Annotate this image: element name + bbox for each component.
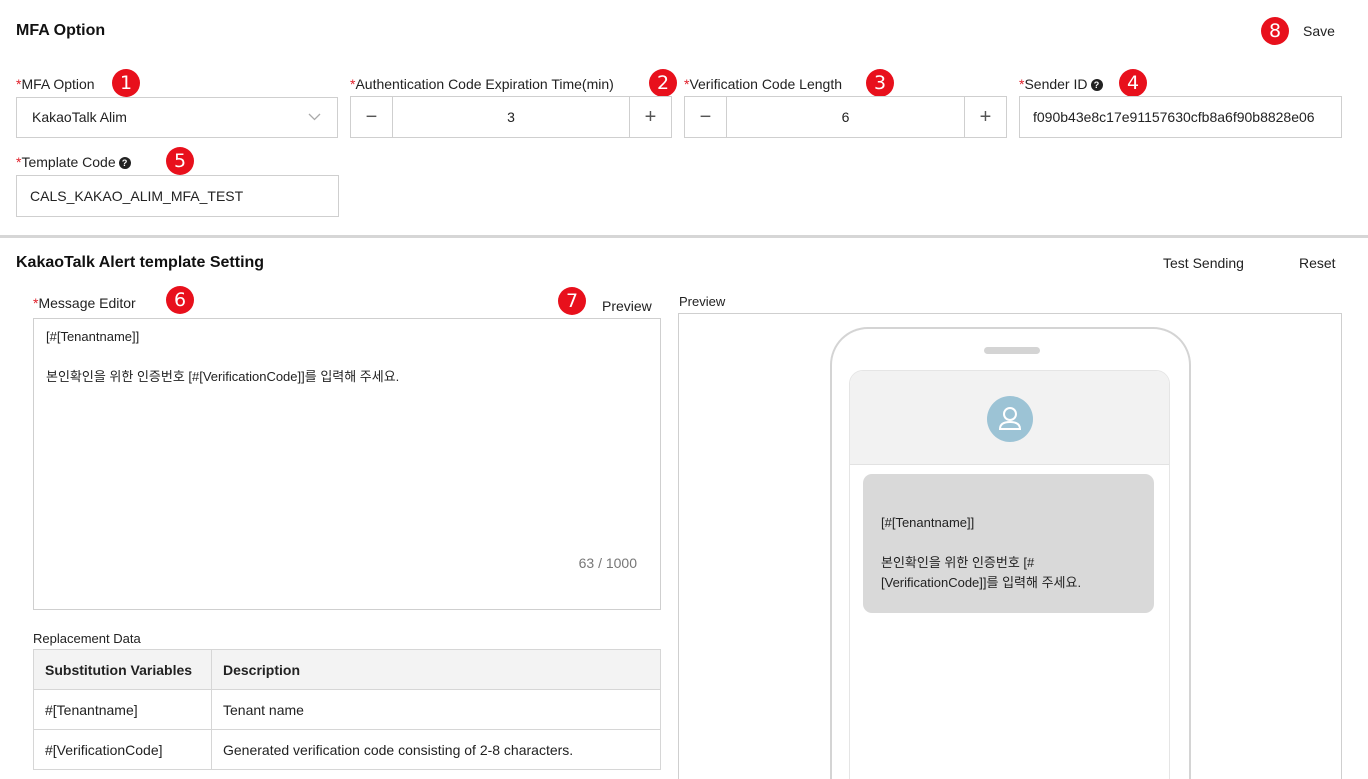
marker-4: 4 xyxy=(1119,69,1147,97)
code-length-decrement-button[interactable]: − xyxy=(685,97,727,137)
template-code-input[interactable]: CALS_KAKAO_ALIM_MFA_TEST xyxy=(16,175,339,217)
reset-button[interactable]: Reset xyxy=(1299,255,1336,271)
expiration-increment-button[interactable]: + xyxy=(629,97,671,137)
replacement-table: Substitution Variables Description #[Ten… xyxy=(33,649,661,770)
template-code-label: *Template Code? xyxy=(16,154,131,170)
sender-id-label: *Sender ID? xyxy=(1019,76,1103,92)
chat-header xyxy=(850,371,1169,465)
description-cell: Generated verification code consisting o… xyxy=(211,729,661,770)
replacement-data-title: Replacement Data xyxy=(33,631,141,646)
message-editor-label: *Message Editor xyxy=(33,295,136,311)
preview-button[interactable]: Preview xyxy=(602,298,652,314)
mfa-option-value: KakaoTalk Alim xyxy=(32,109,127,125)
mfa-option-select[interactable]: KakaoTalk Alim xyxy=(16,97,338,138)
chat-area: [#[Tenantname]] 본인확인을 위한 인증번호 [# [Verifi… xyxy=(849,370,1170,779)
marker-5: 5 xyxy=(166,147,194,175)
variable-cell: #[Tenantname] xyxy=(33,689,212,730)
variable-cell: #[VerificationCode] xyxy=(33,729,212,770)
mfa-option-label: *MFA Option xyxy=(16,76,95,92)
marker-2: 2 xyxy=(649,69,677,97)
column-header: Substitution Variables xyxy=(33,649,212,690)
expiration-label: *Authentication Code Expiration Time(min… xyxy=(350,76,614,92)
user-icon xyxy=(998,407,1022,430)
help-icon[interactable]: ? xyxy=(118,157,131,169)
expiration-decrement-button[interactable]: − xyxy=(351,97,393,137)
marker-7: 7 xyxy=(558,287,586,315)
help-icon[interactable]: ? xyxy=(1090,79,1103,91)
test-sending-button[interactable]: Test Sending xyxy=(1163,255,1244,271)
message-bubble: [#[Tenantname]] 본인확인을 위한 인증번호 [# [Verifi… xyxy=(863,474,1154,613)
marker-6: 6 xyxy=(166,286,194,314)
code-length-stepper: − 6 + xyxy=(684,96,1007,138)
marker-8: 8 xyxy=(1261,17,1289,45)
code-length-label-text: Verification Code Length xyxy=(689,76,843,92)
avatar xyxy=(987,396,1033,442)
chevron-down-icon xyxy=(308,110,321,124)
message-editor-label-text: Message Editor xyxy=(38,295,136,311)
message-editor[interactable]: [#[Tenantname]] 본인확인을 위한 인증번호 [#[Verific… xyxy=(33,318,661,610)
table-header-row: Substitution Variables Description xyxy=(33,649,661,690)
code-length-increment-button[interactable]: + xyxy=(964,97,1006,137)
sender-id-value: f090b43e8c17e91157630cfb8a6f90b8828e06 xyxy=(1033,109,1315,125)
message-editor-text[interactable]: [#[Tenantname]] 본인확인을 위한 인증번호 [#[Verific… xyxy=(46,327,399,387)
column-header: Description xyxy=(211,649,661,690)
template-section-title: KakaoTalk Alert template Setting xyxy=(16,254,265,271)
description-cell: Tenant name xyxy=(211,689,661,730)
code-length-value[interactable]: 6 xyxy=(727,97,964,137)
page-title: MFA Option xyxy=(16,22,106,39)
marker-3: 3 xyxy=(866,69,894,97)
save-button[interactable]: Save xyxy=(1303,23,1335,39)
preview-label: Preview xyxy=(679,294,726,309)
code-length-label: *Verification Code Length xyxy=(684,76,842,92)
template-code-value: CALS_KAKAO_ALIM_MFA_TEST xyxy=(30,188,244,204)
sender-id-input[interactable]: f090b43e8c17e91157630cfb8a6f90b8828e06 xyxy=(1019,96,1342,138)
section-divider xyxy=(0,235,1368,238)
template-code-label-text: Template Code xyxy=(21,154,116,170)
mfa-option-label-text: MFA Option xyxy=(21,76,95,92)
expiration-value[interactable]: 3 xyxy=(393,97,629,137)
expiration-stepper: − 3 + xyxy=(350,96,672,138)
sender-id-label-text: Sender ID xyxy=(1024,76,1088,92)
marker-1: 1 xyxy=(112,69,140,97)
phone-mockup: [#[Tenantname]] 본인확인을 위한 인증번호 [# [Verifi… xyxy=(830,327,1191,779)
expiration-label-text: Authentication Code Expiration Time(min) xyxy=(355,76,614,92)
bubble-text: [#[Tenantname]] 본인확인을 위한 인증번호 [# [Verifi… xyxy=(881,515,1082,590)
table-row: #[Tenantname] Tenant name xyxy=(33,689,661,730)
table-row: #[VerificationCode] Generated verificati… xyxy=(33,729,661,770)
character-counter: 63 / 1000 xyxy=(578,555,637,571)
phone-speaker xyxy=(984,347,1040,354)
